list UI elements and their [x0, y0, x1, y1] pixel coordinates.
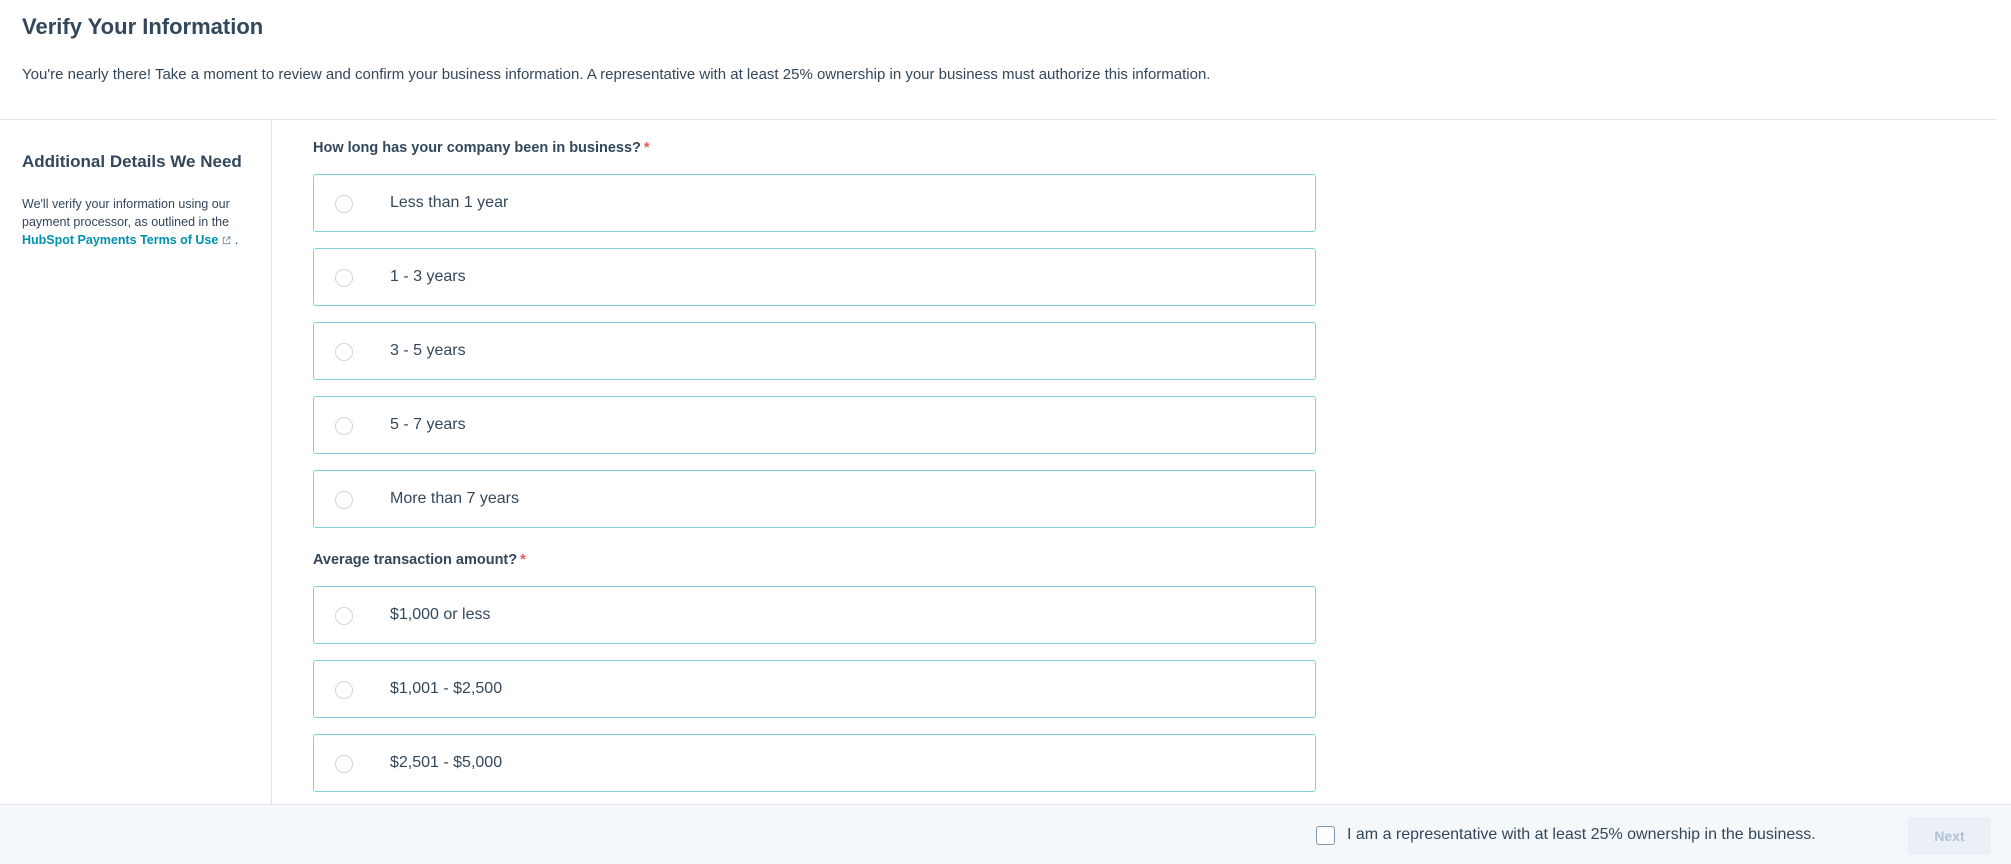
ownership-consent-label: I am a representative with at least 25% … — [1347, 826, 1816, 843]
page-title: Verify Your Information — [22, 14, 264, 39]
option-label: Less than 1 year — [390, 194, 509, 211]
option-label: 1 - 3 years — [390, 268, 466, 285]
radio-button[interactable] — [335, 417, 353, 435]
terms-of-use-link-label: HubSpot Payments Terms of Use — [22, 233, 219, 247]
business-length-option-less-than-1-year[interactable]: Less than 1 year — [313, 174, 1316, 232]
verify-information-page: Verify Your Information You're nearly th… — [0, 0, 2011, 864]
terms-of-use-link[interactable]: HubSpot Payments Terms of Use — [22, 233, 231, 247]
option-label: $1,001 - $2,500 — [390, 680, 503, 697]
radio-button[interactable] — [335, 269, 353, 287]
business-length-question-label: How long has your company been in busine… — [313, 140, 641, 156]
option-label: 3 - 5 years — [390, 342, 466, 359]
radio-button[interactable] — [335, 343, 353, 361]
business-length-option-5-7-years[interactable]: 5 - 7 years — [313, 396, 1316, 454]
radio-button[interactable] — [335, 681, 353, 699]
sidebar-description-end: . — [234, 233, 239, 247]
business-length-option-3-5-years[interactable]: 3 - 5 years — [313, 322, 1316, 380]
business-length-option-more-than-7-years[interactable]: More than 7 years — [313, 470, 1316, 528]
business-length-option-1-3-years[interactable]: 1 - 3 years — [313, 248, 1316, 306]
option-label: More than 7 years — [390, 490, 519, 507]
transaction-amount-option-1001-2500[interactable]: $1,001 - $2,500 — [313, 660, 1316, 718]
next-button[interactable]: Next — [1908, 817, 1991, 855]
sidebar: Additional Details We Need We'll verify … — [0, 120, 272, 804]
radio-button[interactable] — [335, 755, 353, 773]
radio-button[interactable] — [335, 491, 353, 509]
footer-bar: I am a representative with at least 25% … — [0, 804, 2011, 864]
option-label: $1,000 or less — [390, 606, 491, 623]
verification-form: How long has your company been in busine… — [313, 120, 1413, 804]
radio-button[interactable] — [335, 195, 353, 213]
ownership-consent[interactable]: I am a representative with at least 25% … — [1316, 824, 1816, 846]
business-length-question: How long has your company been in busine… — [313, 140, 650, 156]
transaction-amount-option-2501-5000[interactable]: $2,501 - $5,000 — [313, 734, 1316, 792]
required-marker: * — [520, 552, 526, 568]
option-label: 5 - 7 years — [390, 416, 466, 433]
required-marker: * — [643, 140, 650, 156]
sidebar-description-text: We'll verify your information using our … — [22, 197, 230, 229]
transaction-amount-option-1000-or-less[interactable]: $1,000 or less — [313, 586, 1316, 644]
page-header: Verify Your Information You're nearly th… — [0, 0, 1996, 120]
external-link-icon — [222, 232, 231, 250]
sidebar-title: Additional Details We Need — [22, 152, 242, 171]
sidebar-description: We'll verify your information using our … — [22, 195, 254, 250]
radio-button[interactable] — [335, 607, 353, 625]
option-label: $2,501 - $5,000 — [390, 754, 503, 771]
transaction-amount-question: Average transaction amount? * — [313, 552, 526, 568]
page-intro: You're nearly there! Take a moment to re… — [22, 66, 1211, 83]
transaction-amount-question-label: Average transaction amount? — [313, 552, 518, 568]
ownership-consent-checkbox[interactable] — [1316, 825, 1335, 845]
